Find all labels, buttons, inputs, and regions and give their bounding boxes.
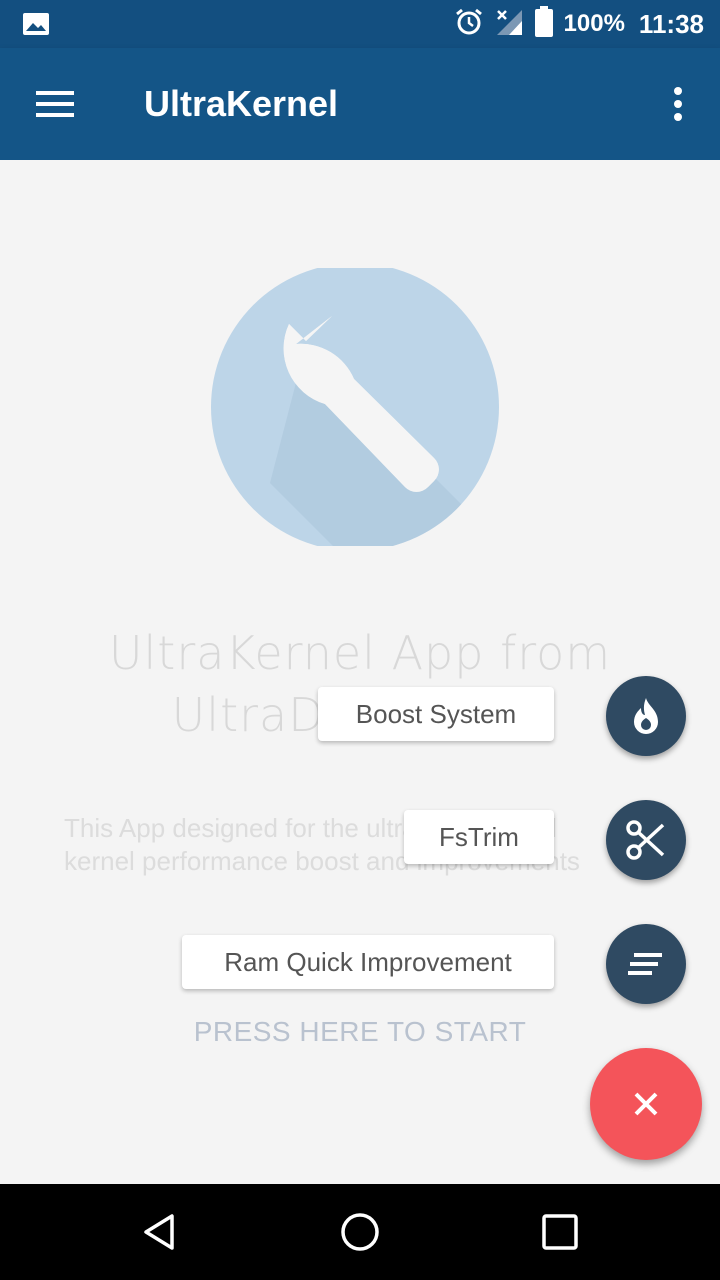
app-bar: UltraKernel bbox=[0, 48, 720, 160]
wrench-icon bbox=[211, 263, 499, 551]
status-bar: 100% 11:38 bbox=[0, 0, 720, 48]
navigation-bar bbox=[0, 1184, 720, 1280]
back-icon bbox=[144, 1214, 174, 1250]
ram-quick-improvement-button[interactable] bbox=[606, 924, 686, 1004]
home-button[interactable] bbox=[324, 1196, 396, 1268]
sort-icon bbox=[628, 953, 662, 975]
recents-icon bbox=[542, 1214, 578, 1250]
status-icons: 100% 11:38 bbox=[454, 5, 704, 43]
boost-system-label[interactable]: Boost System bbox=[318, 687, 554, 741]
home-icon bbox=[341, 1213, 379, 1251]
description-line-2: kernel performance boost and improvement… bbox=[64, 846, 580, 876]
alarm-icon bbox=[454, 7, 484, 42]
press-to-start-link[interactable]: PRESS HERE TO START bbox=[0, 1016, 720, 1048]
app-title: UltraKernel bbox=[144, 83, 339, 124]
close-icon bbox=[634, 1092, 658, 1116]
menu-icon bbox=[36, 91, 74, 117]
clock: 11:38 bbox=[638, 8, 704, 39]
description: This App designed for the ultra system a… bbox=[64, 812, 664, 878]
boost-system-button[interactable] bbox=[606, 676, 686, 756]
battery-icon bbox=[534, 5, 554, 43]
headline-line-1: UltraKernel App from bbox=[108, 626, 612, 680]
more-options-button[interactable] bbox=[658, 76, 698, 132]
recents-button[interactable] bbox=[524, 1196, 596, 1268]
ram-quick-improvement-label[interactable]: Ram Quick Improvement bbox=[182, 935, 554, 989]
back-button[interactable] bbox=[124, 1196, 196, 1268]
fstrim-button[interactable] bbox=[606, 800, 686, 880]
battery-percent: 100% bbox=[563, 10, 625, 37]
image-icon bbox=[22, 12, 50, 41]
description-line-1: This App designed for the ultra system a… bbox=[64, 813, 557, 843]
scissors-icon bbox=[626, 820, 665, 860]
more-vert-icon bbox=[674, 87, 682, 121]
signal-off-icon bbox=[494, 7, 524, 42]
close-fab-button[interactable] bbox=[590, 1048, 702, 1160]
fstrim-label[interactable]: FsTrim bbox=[404, 810, 554, 864]
menu-button[interactable] bbox=[26, 76, 86, 132]
flame-icon bbox=[634, 698, 658, 734]
hero-wrench-logo bbox=[210, 263, 500, 551]
